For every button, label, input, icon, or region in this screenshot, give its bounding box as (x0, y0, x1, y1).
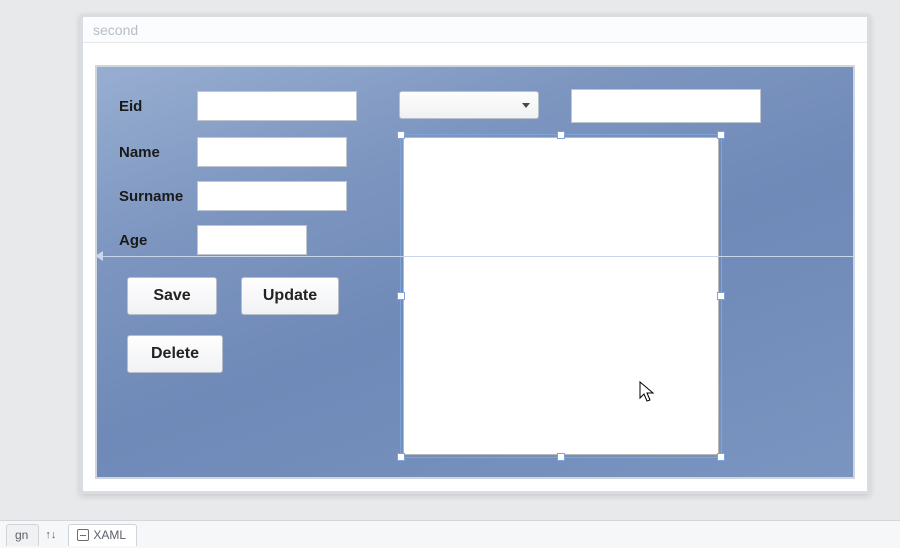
form-surface: Eid Name Surname Age (95, 65, 855, 479)
label-age: Age (119, 232, 197, 249)
update-button[interactable]: Update (241, 277, 339, 315)
row-name: Name (119, 137, 347, 167)
window-title: second (83, 17, 867, 43)
eid-input[interactable] (197, 91, 357, 121)
tab-xaml-label: XAML (93, 525, 126, 545)
surname-input[interactable] (197, 181, 347, 211)
designer-tabstrip: gn ↑↓ XAML (0, 520, 900, 548)
right-textbox[interactable] (571, 89, 761, 123)
guide-arrow-icon (95, 251, 103, 261)
label-name: Name (119, 144, 197, 161)
age-input[interactable] (197, 225, 307, 255)
tab-design[interactable]: gn (6, 524, 39, 546)
row-surname: Surname (119, 181, 347, 211)
xaml-icon (77, 529, 89, 541)
name-input[interactable] (197, 137, 347, 167)
row-eid: Eid (119, 91, 357, 121)
delete-button[interactable]: Delete (127, 335, 223, 373)
save-button[interactable]: Save (127, 277, 217, 315)
swap-tabs-icon[interactable]: ↑↓ (45, 529, 56, 541)
label-eid: Eid (119, 98, 197, 115)
tab-xaml[interactable]: XAML (68, 524, 137, 546)
combobox[interactable] (399, 91, 539, 119)
tab-design-label: gn (15, 525, 28, 545)
label-surname: Surname (119, 188, 197, 205)
row-age: Age (119, 225, 307, 255)
designer-window: second Eid Name Surname Age (80, 14, 870, 494)
content-panel[interactable] (403, 137, 719, 455)
